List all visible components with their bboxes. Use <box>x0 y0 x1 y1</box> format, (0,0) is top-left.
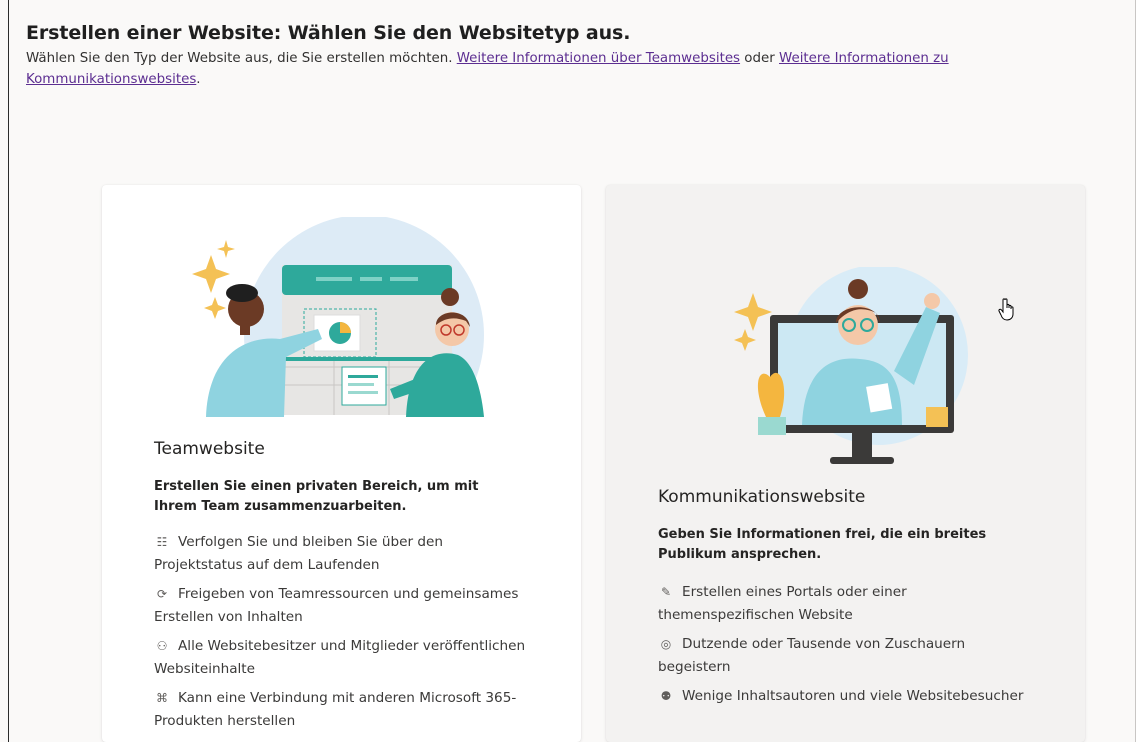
feature-text: Erstellen eines Portals oder einer theme… <box>658 584 907 623</box>
team-site-card[interactable]: Teamwebsite Erstellen Sie einen privaten… <box>102 185 581 742</box>
feature-item: ◎ Dutzende oder Tausende von Zuschauern b… <box>658 633 1038 679</box>
checklist-icon: ☷ <box>156 535 168 549</box>
feature-text: Alle Websitebesitzer und Mitglieder verö… <box>154 638 526 677</box>
communication-site-features: ✎ Erstellen eines Portals oder einer them… <box>658 581 1038 714</box>
feature-item: ⚇ Alle Websitebesitzer und Mitglieder ver… <box>154 635 534 681</box>
audience-icon: ⚉ <box>660 689 672 703</box>
feature-text: Verfolgen Sie und bleiben Sie über den P… <box>154 534 443 573</box>
feature-text: Freigeben von Teamressourcen und gemeins… <box>154 586 519 625</box>
end-text: . <box>196 72 201 87</box>
feature-text: Kann eine Verbindung mit anderen Microso… <box>154 690 517 729</box>
window-left-border <box>8 0 9 742</box>
team-site-features: ☷ Verfolgen Sie und bleiben Sie über den … <box>154 531 534 739</box>
feature-item: ⟳ Freigeben von Teamressourcen und gemein… <box>154 583 534 629</box>
team-site-title: Teamwebsite <box>154 439 265 459</box>
broadcast-icon: ◎ <box>660 637 672 651</box>
communication-site-description: Geben Sie Informationen frei, die ein br… <box>658 527 987 562</box>
people-icon: ⚇ <box>156 639 168 653</box>
feature-text: Wenige Inhaltsautoren und viele Websiteb… <box>682 688 1024 704</box>
connector-text: oder <box>740 51 779 66</box>
feature-item: ⌘ Kann eine Verbindung mit anderen Micros… <box>154 687 534 733</box>
team-site-description: Erstellen Sie einen privaten Bereich, um… <box>154 479 479 514</box>
feature-item: ✎ Erstellen eines Portals oder einer them… <box>658 581 1038 627</box>
hand-cursor-icon <box>998 298 1018 322</box>
communication-site-title: Kommunikationswebsite <box>658 487 866 507</box>
learn-more-team-link[interactable]: Weitere Informationen über Teamwebsites <box>457 51 740 66</box>
page-header: Erstellen einer Website: Wählen Sie den … <box>26 22 1106 90</box>
feature-item: ⚉ Wenige Inhaltsautoren und viele Website… <box>658 685 1038 708</box>
compose-icon: ✎ <box>660 585 672 599</box>
connect-icon: ⌘ <box>156 691 168 705</box>
feature-item: ☷ Verfolgen Sie und bleiben Sie über den … <box>154 531 534 577</box>
sync-icon: ⟳ <box>156 587 168 601</box>
intro-text: Wählen Sie den Typ der Website aus, die … <box>26 51 457 66</box>
page-title: Erstellen einer Website: Wählen Sie den … <box>26 22 631 44</box>
feature-text: Dutzende oder Tausende von Zuschauern be… <box>658 636 966 675</box>
communication-site-illustration <box>718 265 998 477</box>
communication-site-card[interactable]: Kommunikationswebsite Geben Sie Informat… <box>606 185 1085 742</box>
page-subtitle: Wählen Sie den Typ der Website aus, die … <box>26 48 1106 90</box>
team-site-illustration <box>184 215 484 455</box>
